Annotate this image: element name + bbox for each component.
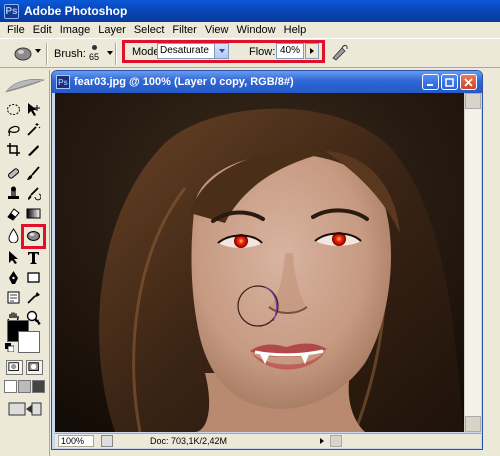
standard-screen-mode-button[interactable] (4, 380, 17, 393)
swap-colors-icon[interactable]: ↰ (33, 317, 43, 327)
full-screen-menu-mode-button[interactable] (18, 380, 31, 393)
slice-tool-icon[interactable] (24, 140, 43, 159)
feather-logo-icon[interactable] (4, 76, 46, 96)
history-brush-tool-icon[interactable] (24, 184, 43, 203)
airbrush-icon[interactable] (330, 42, 350, 62)
document-info: Doc: 703,1K/2,42M (150, 436, 228, 446)
marquee-tool-icon[interactable] (4, 100, 23, 119)
mode-value: Desaturate (160, 45, 209, 56)
toolbox: ↰ (0, 70, 50, 456)
vertical-scrollbar[interactable] (464, 93, 481, 432)
options-separator (115, 43, 117, 65)
default-colors-icon[interactable] (5, 343, 14, 352)
scroll-left-icon[interactable] (330, 435, 342, 447)
brush-dropdown-icon[interactable] (107, 51, 113, 55)
jump-to-imageready-icon[interactable] (8, 400, 42, 418)
lasso-tool-icon[interactable] (4, 120, 23, 139)
chevron-down-icon[interactable] (214, 44, 228, 58)
scroll-up-icon[interactable] (465, 93, 481, 109)
menu-help[interactable]: Help (280, 24, 311, 36)
zoom-level-input[interactable]: 100% (58, 435, 94, 447)
sponge-tool-highlight-box (21, 224, 46, 249)
minimize-button[interactable] (422, 74, 439, 90)
scroll-down-icon[interactable] (465, 416, 481, 432)
mode-select[interactable]: Desaturate (157, 43, 229, 59)
photoshop-app-icon: Ps (4, 3, 19, 19)
menu-file[interactable]: File (3, 24, 29, 36)
menu-bar: File Edit Image Layer Select Filter View… (0, 22, 500, 38)
menu-window[interactable]: Window (233, 24, 280, 36)
options-separator (46, 43, 48, 65)
brush-tip-icon (91, 45, 97, 50)
maximize-button[interactable] (441, 74, 458, 90)
brush-label: Brush: (54, 48, 86, 60)
magic-wand-tool-icon[interactable] (24, 120, 43, 139)
menu-filter[interactable]: Filter (168, 24, 200, 36)
menu-view[interactable]: View (201, 24, 233, 36)
document-title: fear03.jpg @ 100% (Layer 0 copy, RGB/8#) (74, 76, 294, 88)
photoshop-document-icon: Ps (56, 75, 70, 89)
app-title: Adobe Photoshop (24, 4, 128, 18)
rectangle-shape-tool-icon[interactable] (24, 268, 43, 287)
minimize-icon (427, 83, 433, 86)
healing-brush-tool-icon[interactable] (4, 164, 23, 183)
gradient-tool-icon[interactable] (24, 204, 43, 223)
standard-mode-button[interactable] (6, 360, 23, 375)
background-color-swatch[interactable] (18, 331, 40, 353)
flow-label: Flow: (249, 46, 276, 58)
status-info-icon[interactable] (101, 435, 113, 447)
app-title-bar: Ps Adobe Photoshop (0, 0, 500, 22)
document-window: Ps fear03.jpg @ 100% (Layer 0 copy, RGB/… (51, 70, 483, 450)
menu-layer[interactable]: Layer (94, 24, 130, 36)
brush-tool-icon[interactable] (24, 164, 43, 183)
status-menu-arrow-icon[interactable] (320, 438, 324, 444)
flow-slider-arrow-icon[interactable] (305, 43, 319, 59)
type-tool-icon[interactable] (24, 248, 43, 267)
quick-mask-mode-button[interactable] (26, 360, 43, 375)
flow-input[interactable]: 40% (276, 43, 304, 59)
sponge-tool-preset-icon[interactable] (13, 44, 33, 62)
pen-tool-icon[interactable] (4, 268, 23, 287)
path-selection-tool-icon[interactable] (4, 248, 23, 267)
eraser-tool-icon[interactable] (4, 204, 23, 223)
portrait-photo (55, 93, 464, 432)
brush-picker[interactable]: 65 (86, 42, 102, 66)
brush-size: 65 (88, 52, 99, 62)
eyedropper-tool-icon[interactable] (24, 288, 43, 307)
menu-image[interactable]: Image (56, 24, 95, 36)
close-button[interactable] (460, 74, 477, 90)
tool-preset-dropdown-icon[interactable] (35, 49, 41, 53)
maximize-icon (445, 77, 454, 87)
move-tool-icon[interactable] (24, 100, 43, 119)
status-bar: 100% Doc: 703,1K/2,42M (55, 433, 481, 448)
crop-tool-icon[interactable] (4, 140, 23, 159)
menu-select[interactable]: Select (130, 24, 169, 36)
notes-tool-icon[interactable] (4, 288, 23, 307)
document-title-bar[interactable]: Ps fear03.jpg @ 100% (Layer 0 copy, RGB/… (52, 71, 482, 93)
close-icon (464, 77, 473, 87)
clone-stamp-tool-icon[interactable] (4, 184, 23, 203)
menu-edit[interactable]: Edit (29, 24, 56, 36)
full-screen-mode-button[interactable] (32, 380, 45, 393)
image-canvas[interactable] (55, 93, 464, 432)
